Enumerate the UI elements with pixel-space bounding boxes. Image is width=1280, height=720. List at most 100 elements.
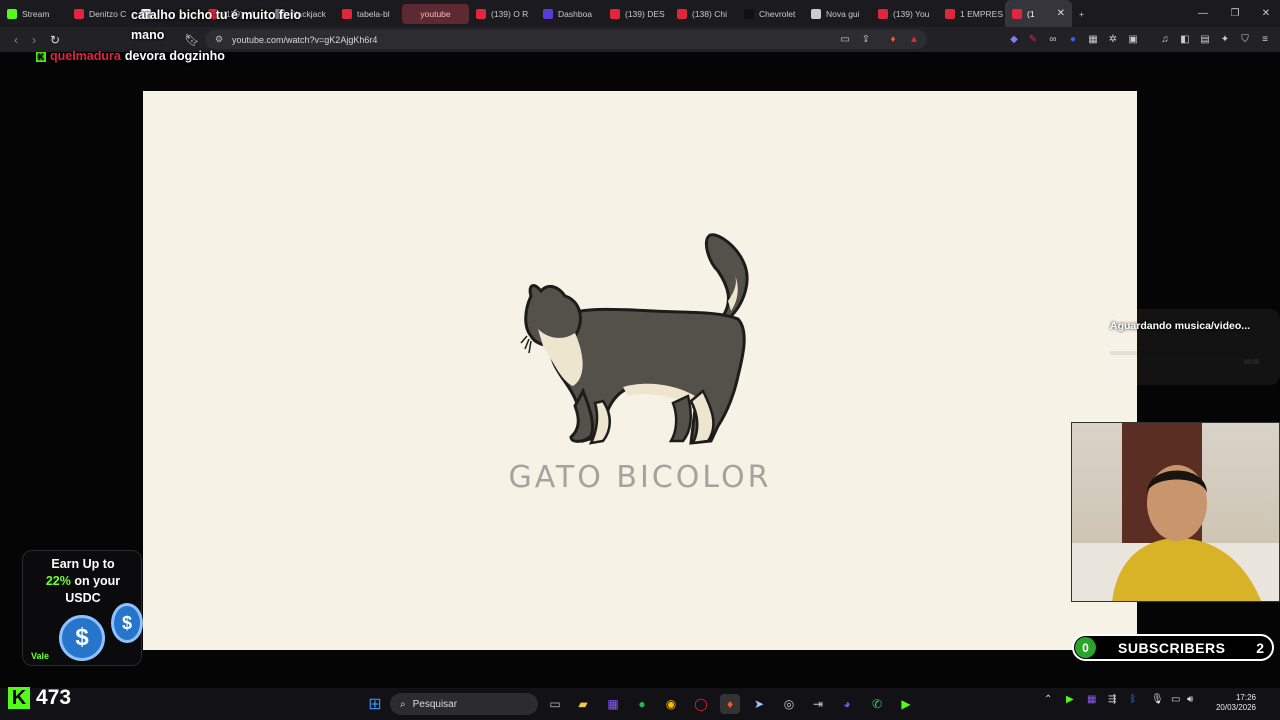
tab-favicon-icon xyxy=(476,8,486,19)
clock-time: 17:26 xyxy=(1235,693,1256,702)
brave-shields-icon[interactable]: ♦ xyxy=(885,32,901,48)
windows-start-icon[interactable]: ⊞ xyxy=(365,694,385,714)
app-icon[interactable]: ⇥ xyxy=(808,694,828,714)
tab-label: (139) You xyxy=(893,8,930,19)
address-bar[interactable]: ⚙︎ youtube.com/watch?v=gK2AjgKh6r4 xyxy=(205,30,927,49)
browser-tab[interactable]: Stream xyxy=(0,0,67,27)
back-icon[interactable]: ‹ xyxy=(6,30,26,50)
ad-line: Earn Up to xyxy=(51,557,115,571)
ad-footer: Vale xyxy=(31,651,50,661)
sidebar-icon[interactable]: ◧ xyxy=(1177,32,1193,48)
tab-label: Denitzo C xyxy=(89,8,127,19)
browser-tab[interactable]: (139) O R xyxy=(469,0,536,27)
subscriber-right-count: 2 xyxy=(1256,639,1264,656)
cast-icon[interactable]: ▭ xyxy=(837,32,853,48)
tab-favicon-icon xyxy=(610,8,620,19)
media-icon[interactable]: ♫ xyxy=(1157,32,1173,48)
screen: Stream Denitzo C (139) wil Blackjack tabela-… xyxy=(0,0,1280,720)
tab-favicon-icon xyxy=(945,8,955,19)
cat-illustration xyxy=(520,233,749,445)
app-icon[interactable]: ◎ xyxy=(779,694,799,714)
opera-icon[interactable]: ◯ xyxy=(691,694,711,714)
tab-label: (1 xyxy=(1027,8,1035,19)
bookmark-icon[interactable]: 🔖︎ xyxy=(182,30,202,50)
microphone-icon[interactable]: 🎙︎ xyxy=(1151,694,1164,705)
steam-icon[interactable]: ➤ xyxy=(749,694,769,714)
url-text: youtube.com/watch?v=gK2AjgKh6r4 xyxy=(232,34,378,45)
browser-tab[interactable]: tabela-bl xyxy=(335,0,402,27)
menu-icon[interactable]: ≡ xyxy=(1257,32,1273,48)
screenshot-icon[interactable]: ▣ xyxy=(1125,32,1141,48)
tray-app-icon[interactable]: ▦ xyxy=(1087,694,1096,705)
new-tab-button[interactable]: + xyxy=(1072,0,1096,27)
bluetooth-icon[interactable]: ᛒ xyxy=(1130,694,1136,705)
taskbar-search[interactable]: ⌕ Pesquisar xyxy=(390,693,538,715)
tab-label: Chevrolet xyxy=(759,8,796,19)
share-icon[interactable]: ⇪ xyxy=(858,32,874,48)
tray-overflow-icon[interactable]: ⌃ xyxy=(1044,694,1052,705)
webcam-feed xyxy=(1071,422,1280,602)
tab-favicon-icon xyxy=(7,8,17,19)
extension-icon[interactable]: ● xyxy=(1065,32,1081,48)
chat-message: Kquelmadura devora dogzinho xyxy=(36,49,225,63)
tray-app-icon[interactable]: ⇶ xyxy=(1108,694,1116,705)
ad-line: 22% on your xyxy=(45,574,121,588)
browser-tab[interactable]: Dashboa xyxy=(536,0,603,27)
browser-tab[interactable]: Denitzo C xyxy=(67,0,134,27)
close-tab-icon[interactable]: ✕ xyxy=(1057,8,1065,19)
video-player[interactable]: GATO BICOLOR xyxy=(143,91,1137,650)
vpn-icon[interactable]: ⛉ xyxy=(1237,32,1253,48)
site-info-icon[interactable]: ⚙︎ xyxy=(215,34,227,45)
clock-date: 20/03/2026 xyxy=(1215,703,1256,712)
tray-app-icon[interactable]: ▶ xyxy=(1066,694,1074,705)
close-window-icon[interactable]: ✕ xyxy=(1250,0,1280,27)
spotify-icon[interactable]: ● xyxy=(632,694,652,714)
taskbar-clock[interactable]: 17:26 20/03/2026 xyxy=(1208,693,1256,713)
extension-icon[interactable]: ▦ xyxy=(1085,32,1101,48)
browser-tab[interactable]: (138) Chi xyxy=(670,0,737,27)
search-icon: ⌕ xyxy=(400,698,406,710)
file-explorer-icon[interactable]: ▰ xyxy=(573,694,593,714)
reload-icon[interactable]: ↻ xyxy=(45,30,65,50)
tab-favicon-icon xyxy=(677,8,687,19)
wallet-icon[interactable]: ▤ xyxy=(1197,32,1213,48)
browser-tab[interactable]: youtube xyxy=(402,3,469,24)
subscriber-left-count: 0 xyxy=(1075,637,1096,658)
extension-icon[interactable]: ∞ xyxy=(1045,32,1061,48)
browser-tab[interactable]: (139) You xyxy=(871,0,938,27)
network-icon[interactable]: ▭ xyxy=(1171,694,1180,705)
browser-tab[interactable]: (1 ✕ xyxy=(1005,0,1072,27)
tab-favicon-icon xyxy=(811,8,821,19)
leo-icon[interactable]: ✦ xyxy=(1217,32,1233,48)
viewer-count-number: 473 xyxy=(36,686,72,709)
viewer-count: K 473 xyxy=(8,686,71,710)
browser-tab[interactable]: 1 EMPRES xyxy=(938,0,1005,27)
video-title-text: GATO BICOLOR xyxy=(508,460,772,495)
tab-favicon-icon xyxy=(744,8,754,19)
extension-icon[interactable]: ✎ xyxy=(1025,32,1041,48)
music-status-text: Aguardando musica/video... xyxy=(1110,320,1251,332)
kick-app-icon[interactable]: ▶ xyxy=(896,694,916,714)
browser-tab[interactable]: Nova gui xyxy=(804,0,871,27)
browser-tab[interactable]: (139) DES xyxy=(603,0,670,27)
brave-rewards-icon[interactable]: ▲ xyxy=(906,32,922,48)
usdc-ad[interactable]: Earn Up to 22% on your USDC $ $ Vale xyxy=(22,550,143,666)
restore-icon[interactable]: ❐ xyxy=(1219,0,1251,27)
extensions-puzzle-icon[interactable]: ✲ xyxy=(1105,32,1121,48)
browser-tab[interactable]: Chevrolet xyxy=(737,0,804,27)
apps-icon[interactable]: ▦ xyxy=(603,694,623,714)
volume-icon[interactable]: 🔊︎ xyxy=(1187,694,1193,705)
tab-favicon-icon xyxy=(1012,8,1022,19)
chrome-icon[interactable]: ◉ xyxy=(661,694,681,714)
chat-message: mano xyxy=(131,28,165,42)
extension-icon[interactable]: ◆ xyxy=(1006,32,1022,48)
music-time: 00:00 xyxy=(1244,360,1260,366)
forward-icon[interactable]: › xyxy=(24,30,44,50)
whatsapp-icon[interactable]: ✆ xyxy=(867,694,887,714)
task-view-icon[interactable]: ▭ xyxy=(545,694,565,714)
minimize-icon[interactable]: — xyxy=(1187,0,1219,27)
brave-icon[interactable]: ♦ xyxy=(720,694,740,714)
discord-icon[interactable]: ◕ xyxy=(837,694,857,714)
usdc-coin-icon: $ xyxy=(59,615,105,661)
tab-label: (138) Chi xyxy=(692,8,727,19)
